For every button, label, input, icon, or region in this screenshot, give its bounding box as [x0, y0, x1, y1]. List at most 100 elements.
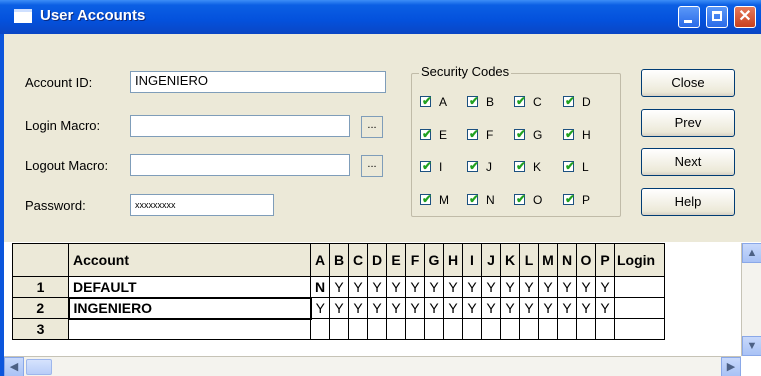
login-cell[interactable]	[614, 318, 665, 340]
column-header[interactable]: E	[386, 243, 406, 277]
code-cell[interactable]: Y	[310, 297, 330, 319]
security-code-checkbox[interactable]: ✔ D	[563, 94, 613, 111]
code-cell[interactable]: Y	[576, 276, 596, 298]
horizontal-scrollbar[interactable]: ◀ ▶	[4, 356, 741, 376]
code-cell[interactable]	[576, 318, 596, 340]
security-code-checkbox[interactable]: ✔ E	[420, 127, 470, 144]
security-code-checkbox[interactable]: ✔ M	[420, 192, 470, 209]
row-number[interactable]: 2	[12, 297, 69, 319]
code-cell[interactable]: Y	[595, 297, 615, 319]
password-field[interactable]: xxxxxxxxx	[130, 194, 274, 216]
code-cell[interactable]: Y	[557, 297, 577, 319]
logout-macro-browse-button[interactable]: ...	[361, 155, 383, 177]
code-cell[interactable]: Y	[481, 276, 501, 298]
row-number[interactable]: 1	[12, 276, 69, 298]
account-cell[interactable]	[68, 318, 311, 340]
login-macro-browse-button[interactable]: ...	[361, 116, 383, 138]
code-cell[interactable]	[443, 318, 463, 340]
column-header[interactable]: L	[519, 243, 539, 277]
code-cell[interactable]	[557, 318, 577, 340]
security-code-checkbox[interactable]: ✔ L	[563, 159, 613, 176]
code-cell[interactable]: Y	[576, 297, 596, 319]
code-cell[interactable]	[405, 318, 425, 340]
code-cell[interactable]: Y	[557, 276, 577, 298]
help-button[interactable]: Help	[641, 188, 735, 216]
scroll-up-button[interactable]: ▲	[742, 243, 761, 263]
column-header[interactable]: H	[443, 243, 463, 277]
security-code-checkbox[interactable]: ✔ C	[514, 94, 564, 111]
code-cell[interactable]	[500, 318, 520, 340]
login-cell[interactable]	[614, 276, 665, 298]
column-header[interactable]: Login	[614, 243, 665, 277]
code-cell[interactable]: Y	[329, 297, 349, 319]
code-cell[interactable]: Y	[405, 297, 425, 319]
security-code-checkbox[interactable]: ✔ G	[514, 127, 564, 144]
code-cell[interactable]: Y	[519, 276, 539, 298]
code-cell[interactable]: Y	[462, 276, 482, 298]
column-header[interactable]: B	[329, 243, 349, 277]
close-button[interactable]: Close	[641, 69, 735, 97]
code-cell[interactable]: Y	[538, 276, 558, 298]
code-cell[interactable]: N	[310, 276, 330, 298]
code-cell[interactable]: Y	[405, 276, 425, 298]
column-header[interactable]: M	[538, 243, 558, 277]
column-header[interactable]: G	[424, 243, 444, 277]
column-header[interactable]: K	[500, 243, 520, 277]
column-header[interactable]: P	[595, 243, 615, 277]
code-cell[interactable]	[519, 318, 539, 340]
code-cell[interactable]	[595, 318, 615, 340]
security-code-checkbox[interactable]: ✔ H	[563, 127, 613, 144]
column-header[interactable]: O	[576, 243, 596, 277]
code-cell[interactable]: Y	[424, 297, 444, 319]
security-code-checkbox[interactable]: ✔ A	[420, 94, 470, 111]
account-id-field[interactable]: INGENIERO	[130, 71, 386, 93]
prev-button[interactable]: Prev	[641, 109, 735, 137]
code-cell[interactable]	[367, 318, 387, 340]
account-cell[interactable]: INGENIERO	[67, 296, 312, 320]
column-header[interactable]: A	[310, 243, 330, 277]
code-cell[interactable]	[462, 318, 482, 340]
code-cell[interactable]	[424, 318, 444, 340]
code-cell[interactable]: Y	[443, 297, 463, 319]
code-cell[interactable]	[329, 318, 349, 340]
security-code-checkbox[interactable]: ✔ N	[467, 192, 517, 209]
login-macro-field[interactable]	[130, 115, 350, 137]
security-code-checkbox[interactable]: ✔ F	[467, 127, 517, 144]
code-cell[interactable]	[386, 318, 406, 340]
column-header[interactable]: C	[348, 243, 368, 277]
table-row[interactable]: 1 DEFAULT N Y Y Y Y Y Y Y Y Y Y Y Y Y Y Y	[12, 276, 665, 298]
horizontal-scroll-thumb[interactable]	[26, 359, 52, 375]
code-cell[interactable]: Y	[386, 276, 406, 298]
code-cell[interactable]	[310, 318, 330, 340]
table-row[interactable]: 3	[12, 318, 665, 340]
scroll-right-button[interactable]: ▶	[721, 357, 741, 376]
code-cell[interactable]	[481, 318, 501, 340]
column-header[interactable]: Account	[68, 243, 311, 277]
security-code-checkbox[interactable]: ✔ P	[563, 192, 613, 209]
code-cell[interactable]: Y	[329, 276, 349, 298]
code-cell[interactable]: Y	[462, 297, 482, 319]
code-cell[interactable]: Y	[538, 297, 558, 319]
code-cell[interactable]	[538, 318, 558, 340]
logout-macro-field[interactable]	[130, 154, 350, 176]
security-code-checkbox[interactable]: ✔ I	[420, 159, 470, 176]
code-cell[interactable]: Y	[424, 276, 444, 298]
code-cell[interactable]: Y	[367, 276, 387, 298]
title-bar[interactable]: User Accounts ✕	[0, 0, 761, 34]
code-cell[interactable]: Y	[386, 297, 406, 319]
column-header[interactable]: J	[481, 243, 501, 277]
row-number[interactable]: 3	[12, 318, 69, 340]
table-row[interactable]: 2 INGENIERO Y Y Y Y Y Y Y Y Y Y Y Y Y Y Y Y	[12, 296, 665, 320]
account-cell[interactable]: DEFAULT	[68, 276, 311, 298]
column-header[interactable]: N	[557, 243, 577, 277]
close-window-button[interactable]: ✕	[734, 6, 756, 28]
column-header[interactable]: I	[462, 243, 482, 277]
security-code-checkbox[interactable]: ✔ J	[467, 159, 517, 176]
next-button[interactable]: Next	[641, 148, 735, 176]
security-code-checkbox[interactable]: ✔ O	[514, 192, 564, 209]
column-header[interactable]: D	[367, 243, 387, 277]
column-header[interactable]: F	[405, 243, 425, 277]
code-cell[interactable]: Y	[443, 276, 463, 298]
security-code-checkbox[interactable]: ✔ B	[467, 94, 517, 111]
code-cell[interactable]: Y	[500, 297, 520, 319]
